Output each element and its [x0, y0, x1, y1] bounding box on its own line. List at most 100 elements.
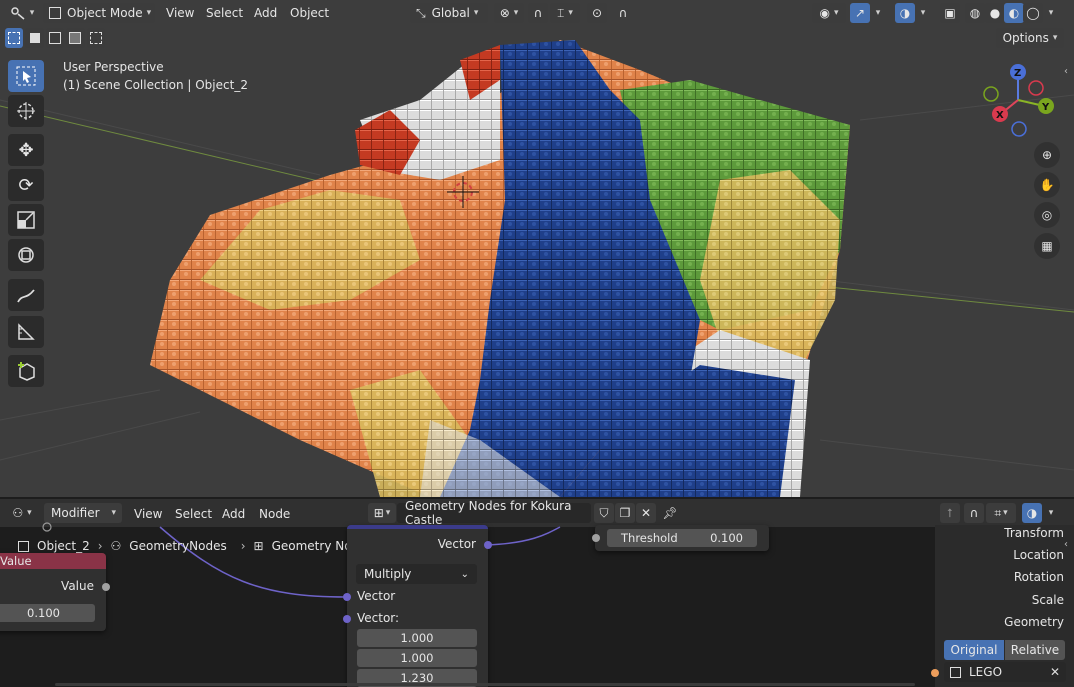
viewport-3d[interactable]: ▾ Object Mode ▾ View Select Add Object ⤡ … — [0, 0, 1074, 497]
magnet-icon: ∩ — [533, 6, 543, 20]
object-input-socket[interactable] — [931, 669, 939, 677]
tool-cursor[interactable] — [8, 95, 44, 127]
breadcrumb-modifier[interactable]: GeometryNodes — [129, 539, 226, 553]
operation-dropdown[interactable]: Multiply ⌄ — [356, 564, 477, 584]
axis-z-label: Z — [1014, 68, 1021, 79]
snap-target-dropdown[interactable]: ⌶ ▾ — [550, 3, 580, 23]
tool-scale[interactable] — [8, 204, 44, 236]
vector-x-field[interactable]: 1.000 — [357, 629, 477, 647]
xray-icon: ▣ — [944, 6, 956, 20]
math-top-socket-label: Vector — [437, 537, 476, 551]
sidebar-toggle-arrow[interactable]: ‹ — [1064, 66, 1068, 77]
select-subtract-icon — [49, 32, 62, 44]
tool-measure[interactable] — [8, 316, 44, 348]
zoom-button[interactable]: ⊕ — [1034, 142, 1060, 168]
operation-label: Multiply — [364, 567, 412, 581]
tool-add-cube[interactable] — [8, 355, 44, 387]
select-extend-button[interactable] — [25, 28, 44, 48]
camera-view-button[interactable]: ◎ — [1034, 202, 1060, 228]
options-dropdown[interactable]: Options ▾ — [996, 28, 1064, 48]
falloff-dropdown[interactable]: ∩ — [610, 3, 636, 23]
navigation-gizmo[interactable]: Z Y X — [980, 62, 1060, 142]
select-intersect-button[interactable] — [86, 28, 106, 48]
side-panel-arrow[interactable]: ‹ — [1064, 539, 1068, 550]
value-output-socket[interactable] — [102, 583, 110, 591]
add-cube-icon — [18, 362, 35, 381]
select-new-button[interactable] — [5, 28, 24, 48]
menu-object[interactable]: Object — [290, 4, 329, 22]
chevron-down-icon: ▾ — [833, 8, 839, 18]
editor-type-button[interactable]: ▾ — [6, 3, 38, 23]
rotate-icon: ⟳ — [18, 174, 34, 196]
shading-solid-button[interactable]: ● — [985, 3, 1005, 23]
vector-y-field[interactable]: 1.000 — [357, 649, 477, 667]
snap-toggle[interactable]: ∩ — [528, 3, 548, 23]
shading-rendered-button[interactable]: ◯ — [1023, 3, 1043, 23]
value-node-title: Value — [0, 554, 32, 568]
gizmo-icon: ↗ — [854, 6, 866, 20]
camera-icon: ◎ — [1041, 208, 1053, 222]
zoom-icon: ⊕ — [1041, 148, 1053, 162]
tool-move[interactable]: ✥ — [8, 134, 44, 166]
breadcrumb-object[interactable]: Object_2 — [37, 539, 90, 553]
xray-toggle[interactable]: ▣ — [940, 3, 960, 23]
pan-button[interactable]: ✋ — [1034, 172, 1060, 198]
pivot-point-dropdown[interactable]: ⊗ ▾ — [494, 3, 524, 23]
value-field[interactable]: 0.100 — [0, 604, 95, 622]
viewport-info-line2: (1) Scene Collection | Object_2 — [63, 78, 248, 92]
threshold-input-socket[interactable] — [592, 534, 600, 542]
material-sphere-icon: ◐ — [1008, 6, 1020, 20]
value-node[interactable]: Value Value 0.100 — [0, 553, 110, 631]
menu-select[interactable]: Select — [206, 4, 243, 22]
vector-math-node[interactable]: Vector Multiply ⌄ Vector Vector: 1.000 1.… — [343, 525, 492, 687]
node-editor[interactable]: ⚇ ▾ Modifier ▾ View Select Add Node ⊞ ▾ Geo… — [0, 499, 1074, 687]
vector-output-socket[interactable] — [484, 541, 492, 549]
proportional-edit-toggle[interactable]: ⊙ — [587, 3, 607, 23]
relative-toggle[interactable]: Relative — [1005, 640, 1065, 660]
tool-select-box[interactable] — [8, 60, 44, 92]
menu-view[interactable]: View — [166, 4, 194, 22]
horizontal-scrollbar[interactable] — [55, 683, 915, 686]
modifier-icon: ⚇ — [110, 539, 122, 553]
original-toggle[interactable]: Original — [944, 640, 1004, 660]
threshold-field[interactable]: Threshold 0.100 — [607, 529, 757, 547]
axis-y-label: Y — [1041, 102, 1050, 113]
close-icon[interactable]: ✕ — [1050, 665, 1060, 679]
object-mode-icon — [49, 7, 61, 19]
shading-dropdown[interactable]: ▾ — [1043, 3, 1059, 23]
overlays-toggle[interactable]: ◑ — [895, 3, 915, 23]
select-mode-group — [5, 28, 106, 48]
node-side-panel: Transform Location Rotation Scale Geomet… — [931, 525, 1074, 687]
value-node-header: Value — [0, 553, 106, 569]
object-field[interactable]: LEGO ✕ — [944, 662, 1066, 682]
gizmo-dropdown[interactable]: ▾ — [870, 3, 886, 23]
viewport-editor-icon — [10, 7, 25, 20]
pivot-icon: ⊗ — [499, 6, 510, 20]
orientation-dropdown[interactable]: ⤡ Global ▾ — [410, 3, 488, 23]
grid-icon: ▦ — [1041, 239, 1053, 253]
chevron-down-icon: ▾ — [920, 8, 926, 18]
select-invert-button[interactable] — [66, 28, 85, 48]
tool-rotate[interactable]: ⟳ — [8, 169, 44, 201]
shading-wireframe-button[interactable]: ◍ — [965, 3, 985, 23]
mode-dropdown[interactable]: Object Mode ▾ — [43, 3, 155, 23]
gizmo-toggle[interactable]: ↗ — [850, 3, 870, 23]
shading-material-button[interactable]: ◐ — [1004, 3, 1024, 23]
tool-transform[interactable] — [8, 239, 44, 271]
solid-sphere-icon: ● — [989, 6, 1001, 20]
scale-icon — [17, 211, 35, 229]
move-icon: ✥ — [18, 139, 34, 161]
threshold-node[interactable]: Threshold 0.100 — [592, 525, 769, 551]
tool-annotate[interactable] — [8, 279, 44, 311]
vector-input-socket-1[interactable] — [343, 593, 351, 601]
select-subtract-button[interactable] — [45, 28, 65, 48]
perspective-toggle-button[interactable]: ▦ — [1034, 233, 1060, 259]
chevron-down-icon: ⌄ — [460, 568, 469, 580]
menu-add[interactable]: Add — [254, 4, 277, 22]
vector-input-socket-2[interactable] — [343, 615, 351, 623]
visibility-dropdown[interactable]: ◉ ▾ — [812, 3, 846, 23]
overlays-dropdown[interactable]: ▾ — [915, 3, 931, 23]
transform-orientation-icon: ⤡ — [416, 5, 426, 20]
chevron-down-icon: ▾ — [568, 8, 573, 18]
input1-label: Vector — [357, 589, 396, 603]
